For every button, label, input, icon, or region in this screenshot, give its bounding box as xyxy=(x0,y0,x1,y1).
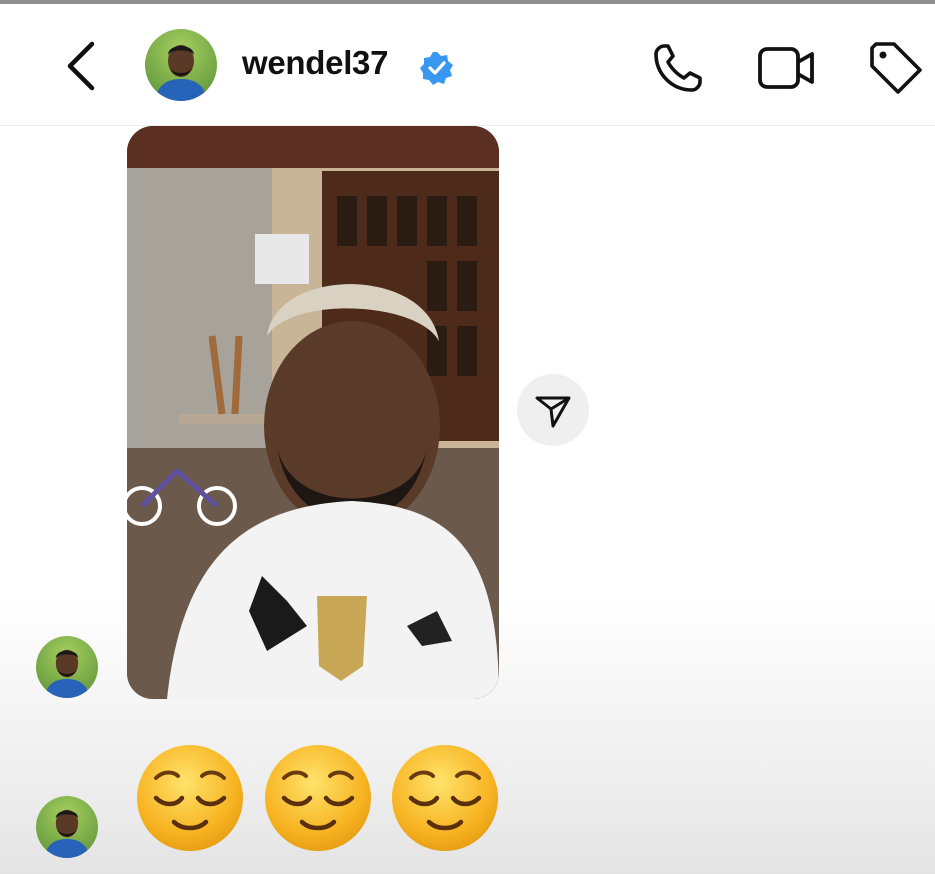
sender-avatar[interactable] xyxy=(36,796,98,858)
avatar-portrait-icon xyxy=(44,649,90,698)
relieved-face-icon xyxy=(392,745,498,851)
send-icon xyxy=(535,396,571,428)
chat-header: wendel37 xyxy=(0,4,935,126)
relieved-face-icon xyxy=(265,745,371,851)
share-button[interactable] xyxy=(517,374,589,446)
phone-icon xyxy=(654,44,702,92)
video-camera-icon xyxy=(758,47,814,89)
tag-button[interactable] xyxy=(866,40,924,96)
video-call-button[interactable] xyxy=(756,42,816,94)
sender-avatar[interactable] xyxy=(36,636,98,698)
photo-message[interactable] xyxy=(127,126,499,699)
profile-avatar[interactable] xyxy=(145,29,217,101)
avatar-portrait-icon xyxy=(44,809,90,858)
back-arrow-icon xyxy=(67,41,95,91)
verified-badge-icon xyxy=(420,52,453,85)
back-button[interactable] xyxy=(60,38,104,94)
voice-call-button[interactable] xyxy=(650,40,706,96)
emoji-message[interactable] xyxy=(134,742,504,854)
relieved-face-icon xyxy=(137,745,243,851)
chat-username[interactable]: wendel37 xyxy=(242,44,388,82)
tag-icon xyxy=(870,42,922,94)
selfie-photo xyxy=(127,126,499,699)
avatar-portrait-icon xyxy=(155,45,207,101)
